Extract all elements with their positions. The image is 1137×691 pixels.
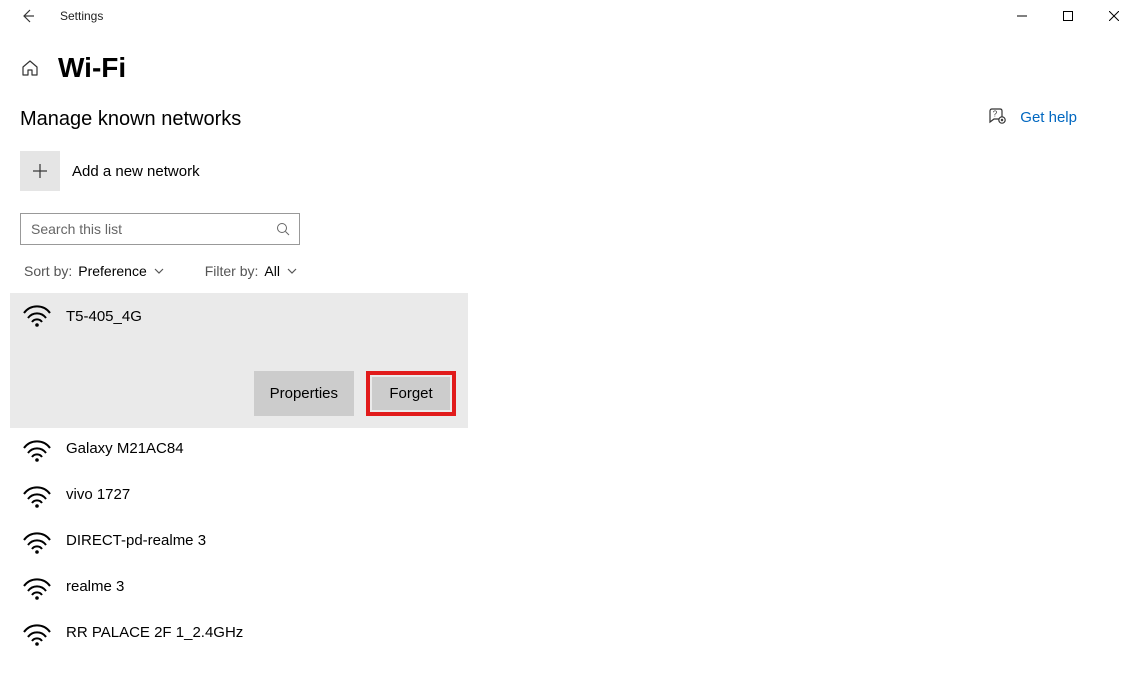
- chevron-down-icon: [153, 265, 165, 277]
- section-title: Manage known networks: [20, 108, 1137, 131]
- network-row: T5-405_4G: [22, 303, 142, 327]
- wifi-icon: [22, 578, 52, 600]
- sort-by-dropdown[interactable]: Sort by: Preference: [24, 263, 165, 279]
- filter-label: Filter by:: [205, 263, 259, 279]
- home-button[interactable]: [20, 58, 40, 78]
- forget-highlight: Forget: [366, 371, 456, 416]
- network-name: T5-405_4G: [66, 306, 142, 325]
- network-item[interactable]: Galaxy M21AC84: [10, 428, 468, 474]
- properties-button[interactable]: Properties: [254, 371, 354, 416]
- sort-value: Preference: [78, 263, 146, 279]
- filter-by-dropdown[interactable]: Filter by: All: [205, 263, 298, 279]
- page-title: Wi-Fi: [58, 52, 126, 84]
- wifi-icon: [22, 624, 52, 646]
- network-item[interactable]: RR PALACE 2F 1_2.4GHz: [10, 612, 468, 658]
- network-name: vivo 1727: [66, 484, 130, 503]
- help-label: Get help: [1020, 109, 1077, 126]
- maximize-icon: [1063, 11, 1073, 21]
- minimize-button[interactable]: [999, 0, 1045, 32]
- close-button[interactable]: [1091, 0, 1137, 32]
- help-icon: ?: [988, 108, 1006, 126]
- manage-networks-section: ? Get help Manage known networks Add a n…: [20, 108, 1137, 658]
- get-help-link[interactable]: ? Get help: [988, 108, 1077, 126]
- page-header: Wi-Fi: [20, 52, 1137, 84]
- plus-icon-box: [20, 151, 60, 191]
- maximize-button[interactable]: [1045, 0, 1091, 32]
- content: Wi-Fi ? Get help Manage known networks A…: [0, 32, 1137, 658]
- minimize-icon: [1017, 11, 1027, 21]
- filters-row: Sort by: Preference Filter by: All: [20, 263, 1137, 279]
- forget-button[interactable]: Forget: [372, 377, 450, 410]
- chevron-down-icon: [286, 265, 298, 277]
- network-actions: Properties Forget: [254, 371, 456, 416]
- svg-text:?: ?: [993, 110, 998, 119]
- search-input[interactable]: [29, 220, 275, 238]
- filter-value: All: [264, 263, 280, 279]
- arrow-left-icon: [20, 8, 36, 24]
- window-title: Settings: [60, 9, 103, 23]
- network-name: realme 3: [66, 576, 124, 595]
- network-item[interactable]: DIRECT-pd-realme 3: [10, 520, 468, 566]
- wifi-icon: [22, 305, 52, 327]
- network-item-selected[interactable]: T5-405_4G Properties Forget: [10, 293, 468, 428]
- add-network-button[interactable]: Add a new network: [20, 151, 1137, 191]
- close-icon: [1109, 11, 1119, 21]
- wifi-icon: [22, 440, 52, 462]
- sort-label: Sort by:: [24, 263, 72, 279]
- search-box[interactable]: [20, 213, 300, 245]
- add-network-label: Add a new network: [72, 163, 200, 180]
- network-name: DIRECT-pd-realme 3: [66, 530, 206, 549]
- back-button[interactable]: [18, 6, 38, 26]
- network-name: Galaxy M21AC84: [66, 438, 184, 457]
- plus-icon: [32, 163, 48, 179]
- window-controls: [999, 0, 1137, 32]
- search-icon: [275, 221, 291, 237]
- network-list: T5-405_4G Properties Forget Galaxy M21AC…: [10, 293, 468, 658]
- home-icon: [20, 58, 40, 78]
- wifi-icon: [22, 532, 52, 554]
- titlebar: Settings: [0, 0, 1137, 32]
- network-item[interactable]: vivo 1727: [10, 474, 468, 520]
- network-item[interactable]: realme 3: [10, 566, 468, 612]
- network-name: RR PALACE 2F 1_2.4GHz: [66, 622, 243, 641]
- wifi-icon: [22, 486, 52, 508]
